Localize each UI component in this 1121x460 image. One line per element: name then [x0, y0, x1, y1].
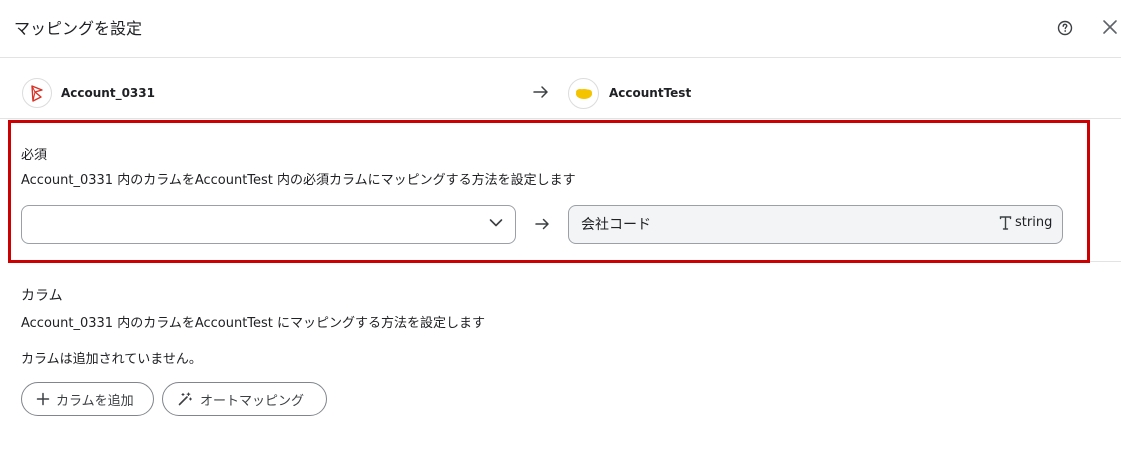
magic-wand-icon — [178, 392, 192, 406]
columns-label: カラム — [21, 288, 63, 304]
destination-name: AccountTest — [609, 86, 692, 100]
dialog-header: マッピングを設定 — [0, 0, 1121, 58]
plus-icon — [36, 392, 50, 406]
required-description: Account_0331 内のカラムをAccountTest 内の必須カラムにマ… — [21, 173, 576, 188]
target-column-type: string — [1015, 215, 1053, 230]
close-button[interactable] — [1100, 17, 1120, 37]
help-icon — [1057, 20, 1073, 36]
dialog-title: マッピングを設定 — [14, 19, 143, 38]
columns-description: Account_0331 内のカラムをAccountTest にマッピングする方… — [21, 316, 486, 331]
columns-empty-message: カラムは追加されていません。 — [21, 352, 202, 367]
required-label: 必須 — [21, 148, 48, 163]
help-button[interactable] — [1057, 20, 1073, 36]
source-destination-row: Account_0331 AccountTest — [0, 59, 1121, 119]
auto-mapping-button[interactable]: オートマッピング — [162, 382, 327, 416]
chevron-down-icon[interactable] — [489, 218, 503, 228]
source-logo — [22, 78, 52, 108]
target-column-name: 会社コード — [581, 217, 651, 233]
arrow-right-icon — [535, 218, 549, 230]
auto-mapping-label: オートマッピング — [200, 394, 305, 409]
destination-logo-icon — [576, 89, 592, 99]
source-column-select[interactable] — [21, 205, 516, 244]
destination-logo — [568, 78, 599, 109]
arrow-right-icon — [533, 86, 548, 98]
text-type-icon — [999, 216, 1012, 230]
source-logo-icon — [31, 85, 43, 102]
source-name: Account_0331 — [61, 86, 155, 100]
add-column-button[interactable]: カラムを追加 — [21, 382, 154, 416]
add-column-label: カラムを追加 — [56, 394, 134, 409]
section-divider — [1090, 261, 1121, 262]
close-icon — [1103, 20, 1117, 34]
